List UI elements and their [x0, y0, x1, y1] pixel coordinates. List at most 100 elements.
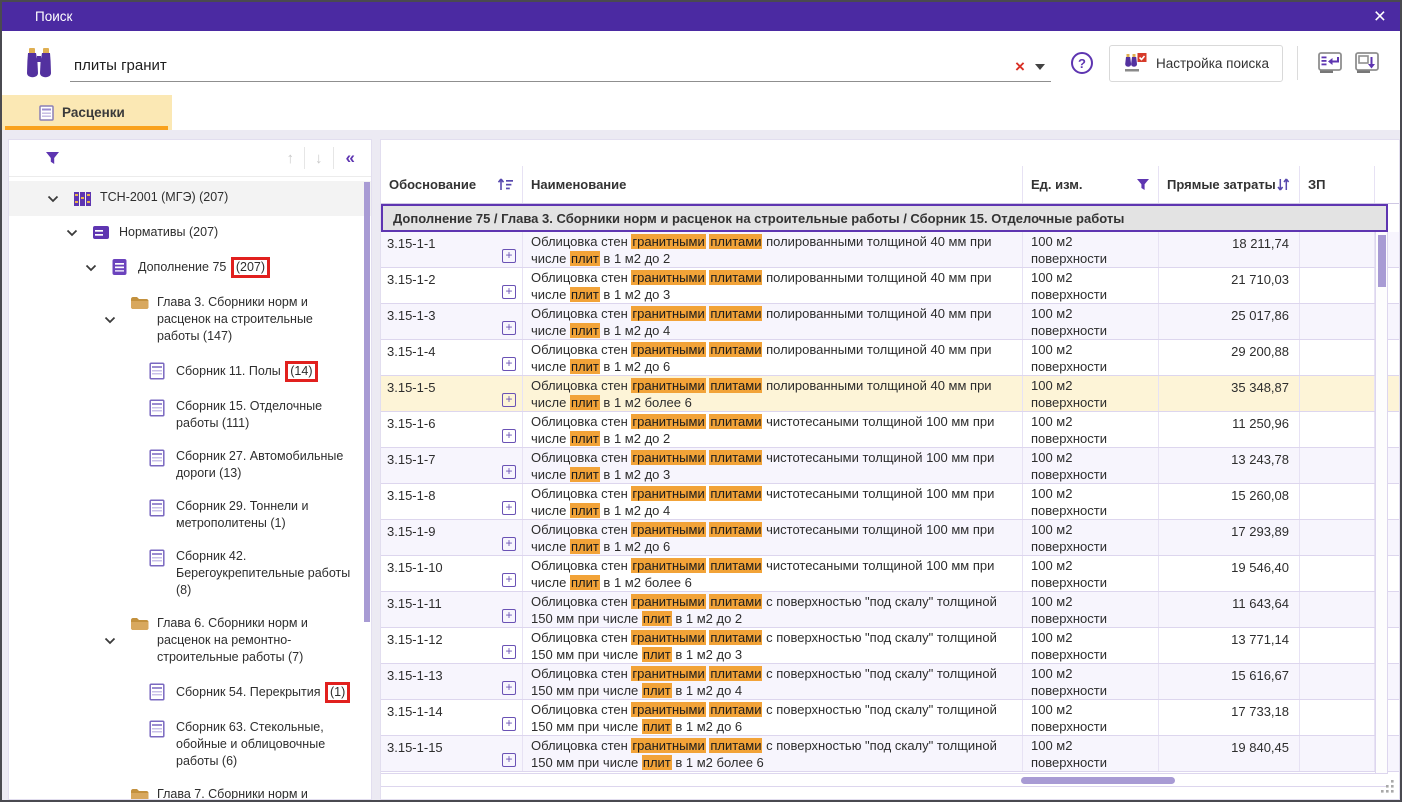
- tree-item[interactable]: Дополнение 75 (207): [9, 249, 371, 286]
- expand-row-icon[interactable]: +: [502, 321, 516, 335]
- cell-code: 3.15-1-1+: [381, 232, 523, 267]
- column-header-naimenovanie[interactable]: Наименование: [523, 166, 1023, 203]
- expand-chevron-icon[interactable]: [85, 257, 111, 278]
- search-term-highlight: плит: [642, 683, 672, 698]
- table-row[interactable]: 3.15-1-5+Облицовка стен гранитными плита…: [381, 376, 1399, 412]
- horizontal-scrollbar-thumb[interactable]: [1021, 777, 1175, 784]
- prev-result-icon[interactable]: ↑: [277, 150, 305, 167]
- table-row[interactable]: 3.15-1-15+Облицовка стен гранитными плит…: [381, 736, 1399, 772]
- clear-search-icon[interactable]: ×: [1015, 60, 1025, 74]
- tree-filter-icon[interactable]: [45, 151, 60, 165]
- search-settings-button[interactable]: Настройка поиска: [1109, 45, 1283, 82]
- vertical-scrollbar[interactable]: [1375, 232, 1388, 773]
- collapse-panel-icon[interactable]: «: [334, 148, 361, 168]
- expand-row-icon[interactable]: +: [502, 717, 516, 731]
- table-row[interactable]: 3.15-1-12+Облицовка стен гранитными плит…: [381, 628, 1399, 664]
- annotation-red-box: (14): [285, 361, 317, 382]
- table-row[interactable]: 3.15-1-10+Облицовка стен гранитными плит…: [381, 556, 1399, 592]
- search-term-highlight: гранитными: [631, 450, 705, 465]
- expand-chevron-icon[interactable]: [104, 294, 130, 345]
- expand-chevron-icon[interactable]: [104, 615, 130, 666]
- chevron-placeholder: [123, 448, 149, 482]
- filter-icon[interactable]: [1136, 178, 1150, 191]
- tree-item[interactable]: Глава 6. Сборники норм и расценок на рем…: [9, 607, 371, 674]
- expand-chevron-icon[interactable]: [66, 224, 92, 241]
- sort-icon[interactable]: [1276, 178, 1291, 191]
- tab-rascenki[interactable]: Расценки: [2, 95, 172, 130]
- tree-item[interactable]: Сборник 54. Перекрытия (1): [9, 674, 371, 711]
- dock-results-icon[interactable]: [1317, 51, 1344, 75]
- tree-item[interactable]: Сборник 63. Стекольные, обойные и облицо…: [9, 711, 371, 778]
- column-header-obosnovanie[interactable]: Обоснование: [381, 166, 523, 203]
- expand-chevron-icon[interactable]: [47, 189, 73, 208]
- tree-item[interactable]: ТСН-2001 (МГЭ) (207): [9, 181, 371, 216]
- resize-grip-icon[interactable]: [1380, 780, 1395, 798]
- help-icon[interactable]: ?: [1071, 52, 1093, 74]
- expand-row-icon[interactable]: +: [502, 249, 516, 263]
- titlebar: Поиск ×: [2, 2, 1400, 31]
- table-header: Обоснование Наименование Ед. изм. Прямы: [381, 166, 1399, 204]
- table-row[interactable]: 3.15-1-2+Облицовка стен гранитными плита…: [381, 268, 1399, 304]
- folder-icon: [130, 786, 157, 800]
- search-history-dropdown-icon[interactable]: [1035, 64, 1045, 70]
- cell-unit: 100 м2 поверхности облицовки: [1023, 340, 1159, 375]
- cell-zp: [1300, 556, 1375, 591]
- table-row[interactable]: 3.15-1-11+Облицовка стен гранитными плит…: [381, 592, 1399, 628]
- search-term-highlight: плит: [570, 539, 600, 554]
- search-term-highlight: гранитными: [631, 558, 705, 573]
- search-term-highlight: гранитными: [631, 594, 705, 609]
- cell-name: Облицовка стен гранитными плитами с пове…: [523, 628, 1023, 663]
- expand-row-icon[interactable]: +: [502, 393, 516, 407]
- expand-row-icon[interactable]: +: [502, 609, 516, 623]
- cell-direct-cost: 35 348,87: [1159, 376, 1300, 411]
- expand-row-icon[interactable]: +: [502, 285, 516, 299]
- tree-item[interactable]: Сборник 27. Автомобильные дороги (13): [9, 440, 371, 490]
- open-in-window-icon[interactable]: [1354, 51, 1381, 75]
- expand-row-icon[interactable]: +: [502, 753, 516, 767]
- column-header-zp[interactable]: ЗП: [1300, 166, 1375, 203]
- column-header-pryamye-zatraty[interactable]: Прямые затраты: [1159, 166, 1300, 203]
- cell-direct-cost: 11 643,64: [1159, 592, 1300, 627]
- search-term-highlight: гранитными: [631, 666, 705, 681]
- table-row[interactable]: 3.15-1-1+Облицовка стен гранитными плита…: [381, 232, 1399, 268]
- tree-item[interactable]: Сборник 15. Отделочные работы (111): [9, 390, 371, 440]
- horizontal-scrollbar[interactable]: [381, 773, 1388, 787]
- expand-row-icon[interactable]: +: [502, 537, 516, 551]
- expand-row-icon[interactable]: +: [502, 501, 516, 515]
- table-row[interactable]: 3.15-1-9+Облицовка стен гранитными плита…: [381, 520, 1399, 556]
- expand-chevron-icon[interactable]: [104, 786, 130, 800]
- expand-row-icon[interactable]: +: [502, 573, 516, 587]
- cell-code: 3.15-1-2+: [381, 268, 523, 303]
- tree-scrollbar[interactable]: [364, 182, 370, 622]
- tree-item[interactable]: Глава 3. Сборники норм и расценок на стр…: [9, 286, 371, 353]
- close-icon[interactable]: ×: [1374, 7, 1386, 27]
- sort-order-icon[interactable]: [497, 178, 514, 191]
- tree-item[interactable]: Сборник 11. Полы (14): [9, 353, 371, 390]
- tree-item[interactable]: Сборник 29. Тоннели и метрополитены (1): [9, 490, 371, 540]
- search-term-highlight: гранитными: [631, 522, 705, 537]
- expand-row-icon[interactable]: +: [502, 645, 516, 659]
- table-row[interactable]: 3.15-1-3+Облицовка стен гранитными плита…: [381, 304, 1399, 340]
- cell-name: Облицовка стен гранитными плитами полиро…: [523, 376, 1023, 411]
- tree-item[interactable]: Нормативы (207): [9, 216, 371, 249]
- expand-row-icon[interactable]: +: [502, 429, 516, 443]
- cell-name: Облицовка стен гранитными плитами чистот…: [523, 520, 1023, 555]
- tree-item[interactable]: Сборник 42. Берегоукрепительные работы (…: [9, 540, 371, 607]
- tree-item[interactable]: Глава 7. Сборники норм и расценок на рес…: [9, 778, 371, 800]
- table-row[interactable]: 3.15-1-7+Облицовка стен гранитными плита…: [381, 448, 1399, 484]
- search-input[interactable]: плиты гранит ×: [70, 44, 1051, 82]
- expand-row-icon[interactable]: +: [502, 681, 516, 695]
- table-row[interactable]: 3.15-1-8+Облицовка стен гранитными плита…: [381, 484, 1399, 520]
- vertical-scrollbar-thumb[interactable]: [1378, 235, 1386, 287]
- column-label: Обоснование: [389, 177, 476, 192]
- table-row[interactable]: 3.15-1-4+Облицовка стен гранитными плита…: [381, 340, 1399, 376]
- expand-row-icon[interactable]: +: [502, 465, 516, 479]
- column-header-edizm[interactable]: Ед. изм.: [1023, 166, 1159, 203]
- table-row[interactable]: 3.15-1-6+Облицовка стен гранитными плита…: [381, 412, 1399, 448]
- expand-row-icon[interactable]: +: [502, 357, 516, 371]
- next-result-icon[interactable]: ↓: [305, 150, 333, 167]
- cell-zp: [1300, 700, 1375, 735]
- table-row[interactable]: 3.15-1-14+Облицовка стен гранитными плит…: [381, 700, 1399, 736]
- table-row[interactable]: 3.15-1-13+Облицовка стен гранитными плит…: [381, 664, 1399, 700]
- group-header-row[interactable]: Дополнение 75 / Глава 3. Сборники норм и…: [381, 204, 1388, 232]
